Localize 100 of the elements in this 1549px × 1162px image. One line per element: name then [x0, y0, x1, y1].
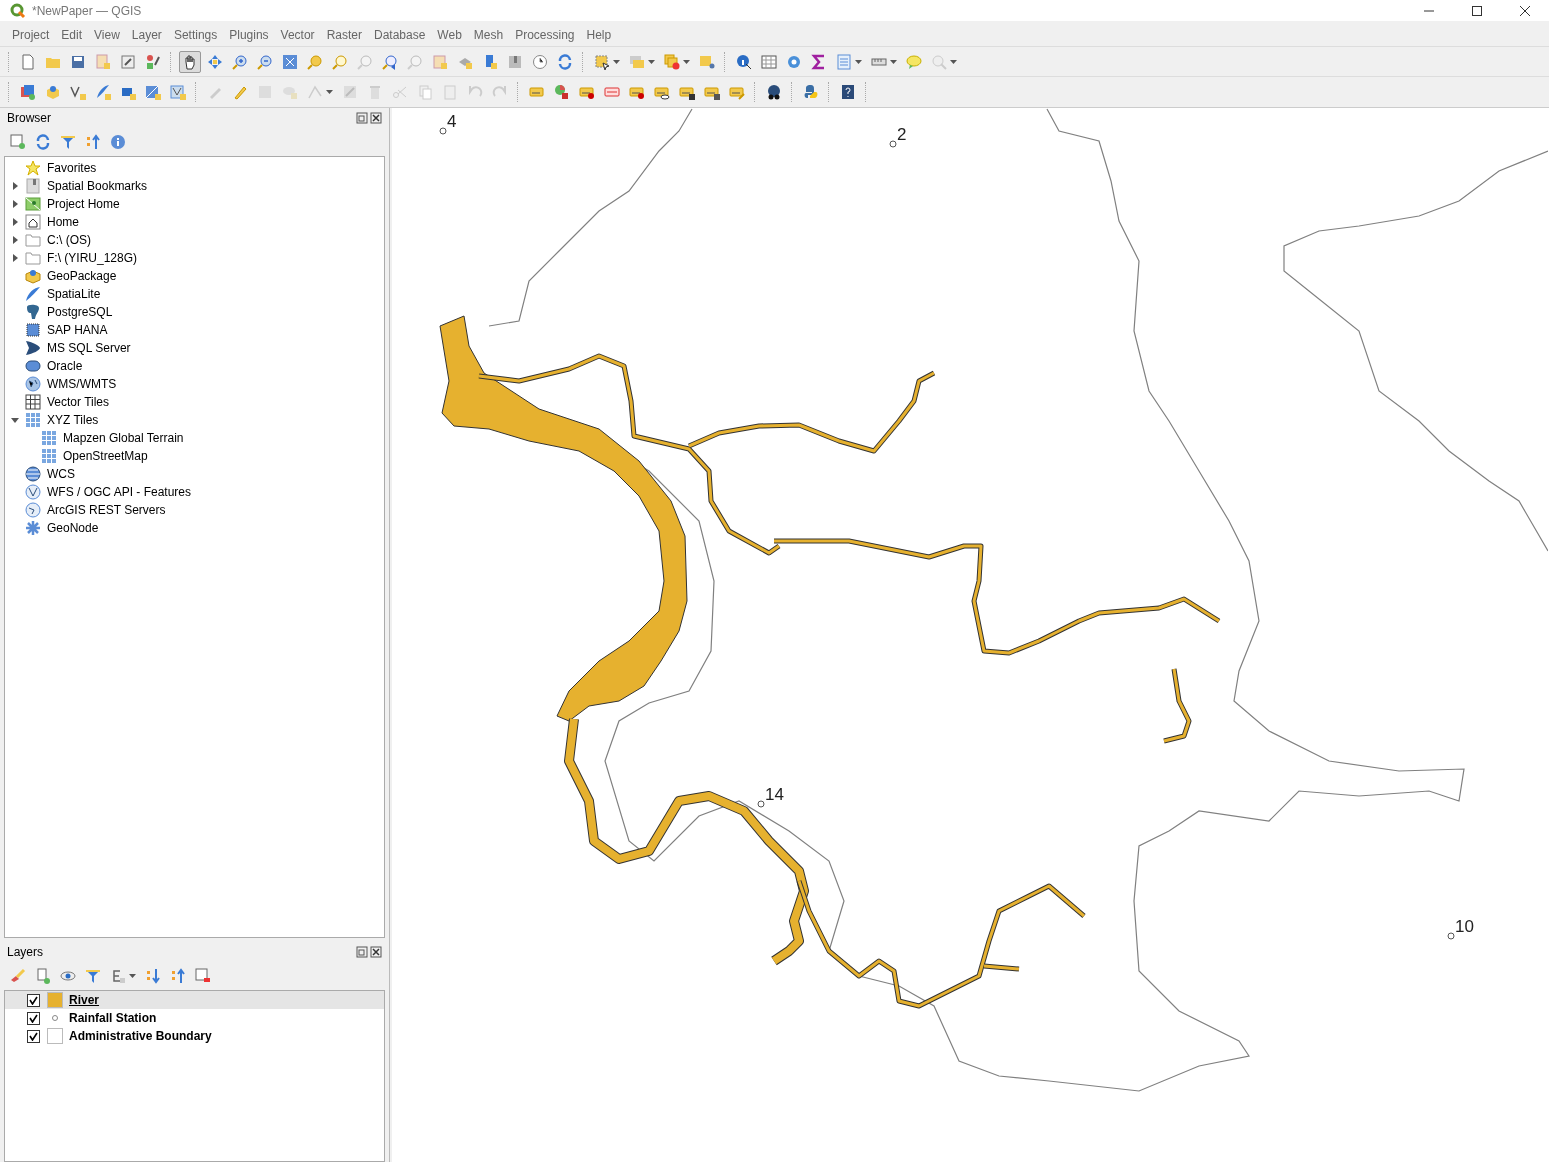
eye-icon[interactable]	[60, 968, 76, 984]
dropdown-arrow-icon[interactable]	[890, 59, 897, 64]
collapse-all-icon[interactable]	[85, 134, 101, 150]
tree-item[interactable]: PostgreSQL	[47, 303, 113, 321]
selected-layer-row[interactable]: River	[5, 991, 384, 1009]
hidden-label-icon[interactable]	[604, 84, 620, 100]
tree-item[interactable]: GeoNode	[47, 519, 99, 537]
globe-binoculars-icon[interactable]	[766, 84, 782, 100]
add-group-icon[interactable]	[35, 968, 51, 984]
select-features-icon[interactable]	[594, 53, 610, 70]
deselect-icon[interactable]	[664, 53, 680, 70]
menu-item[interactable]: Edit	[55, 25, 89, 44]
dropdown-arrow-icon[interactable]	[950, 59, 957, 64]
virtual-vector-icon[interactable]	[170, 84, 186, 100]
layer-checkbox[interactable]	[27, 1011, 40, 1025]
dropdown-arrow-icon[interactable]	[683, 59, 690, 64]
expression-filter-icon[interactable]	[110, 968, 126, 984]
collapsed-arrow-icon[interactable]	[12, 182, 18, 190]
tree-item[interactable]: ArcGIS REST Servers	[47, 501, 166, 519]
filter-icon[interactable]	[60, 134, 76, 150]
layer-name[interactable]: River	[69, 991, 100, 1009]
dropdown-arrow-icon[interactable]	[129, 974, 136, 978]
pin-diagram-icon[interactable]	[629, 84, 645, 100]
identify-icon[interactable]	[736, 53, 752, 70]
toolbox-gear-icon[interactable]	[786, 53, 802, 70]
style-brush-icon[interactable]	[10, 968, 26, 984]
menu-item[interactable]: Raster	[320, 25, 368, 44]
tree-item[interactable]: WMS/WMTS	[47, 375, 117, 393]
float-icon[interactable]	[356, 946, 368, 958]
close-icon[interactable]	[1519, 4, 1531, 17]
tree-item[interactable]: Oracle	[47, 357, 83, 375]
refresh-icon[interactable]	[35, 134, 51, 150]
layer-checkbox[interactable]	[27, 993, 40, 1007]
menu-item[interactable]: Project	[6, 25, 56, 44]
dropdown-arrow-icon[interactable]	[855, 59, 862, 64]
collapse-all-icon[interactable]	[170, 968, 186, 984]
tree-item[interactable]: Project Home	[47, 195, 120, 213]
attribute-table-icon[interactable]	[761, 53, 777, 70]
refresh-icon[interactable]	[557, 53, 573, 70]
pencil-icon[interactable]	[232, 84, 248, 100]
menu-item[interactable]: Vector	[274, 25, 321, 44]
python-icon[interactable]	[803, 84, 819, 100]
maximize-icon[interactable]	[1471, 4, 1483, 17]
new-spatialite-icon[interactable]	[95, 84, 111, 100]
tree-item[interactable]: SpatiaLite	[47, 285, 101, 303]
diagram-icon[interactable]	[554, 84, 570, 100]
tree-item[interactable]: SAP HANA	[47, 321, 108, 339]
tree-item[interactable]: Spatial Bookmarks	[47, 177, 148, 195]
move-label-icon[interactable]	[679, 84, 695, 100]
tree-item[interactable]: MS SQL Server	[47, 339, 131, 357]
close-panel-icon[interactable]	[370, 946, 382, 958]
collapsed-arrow-icon[interactable]	[12, 236, 18, 244]
tree-item[interactable]: Favorites	[47, 159, 97, 177]
tree-item[interactable]: WCS	[47, 465, 75, 483]
menu-item[interactable]: View	[88, 25, 126, 44]
layer-name[interactable]: Administrative Boundary	[69, 1027, 212, 1045]
help-icon[interactable]	[840, 84, 856, 100]
new-mesh-icon[interactable]	[145, 84, 161, 100]
tree-item[interactable]: OpenStreetMap	[63, 447, 148, 465]
menu-item[interactable]: Plugins	[223, 25, 275, 44]
collapsed-arrow-icon[interactable]	[12, 218, 18, 226]
remove-layer-icon[interactable]	[195, 968, 211, 984]
info-icon[interactable]	[110, 134, 126, 150]
collapsed-arrow-icon[interactable]	[12, 200, 18, 208]
menu-item[interactable]: Database	[367, 25, 432, 44]
close-panel-icon[interactable]	[370, 112, 382, 124]
clock-icon[interactable]	[532, 53, 548, 70]
menu-item[interactable]: Web	[431, 25, 468, 44]
tree-item[interactable]: XYZ Tiles	[47, 411, 99, 429]
pan-tool-button[interactable]	[179, 50, 201, 73]
tree-item[interactable]: F:\ (YIRU_128G)	[47, 249, 138, 267]
rotate-label-icon[interactable]	[704, 84, 720, 100]
menu-item[interactable]: Mesh	[467, 25, 510, 44]
label-icon[interactable]	[529, 84, 545, 100]
float-icon[interactable]	[356, 112, 368, 124]
menu-item[interactable]: Settings	[167, 25, 224, 44]
expand-all-icon[interactable]	[145, 968, 161, 984]
layer-checkbox[interactable]	[27, 1029, 40, 1043]
tree-item[interactable]: GeoPackage	[47, 267, 117, 285]
new-shapefile-icon[interactable]	[70, 84, 86, 100]
menu-item[interactable]: Processing	[509, 25, 581, 44]
tree-item[interactable]: Vector Tiles	[47, 393, 110, 411]
tree-item[interactable]: Home	[47, 213, 79, 231]
add-selected-layers-icon[interactable]	[10, 134, 26, 150]
dropdown-arrow-icon[interactable]	[326, 90, 333, 94]
filter-icon[interactable]	[85, 968, 101, 984]
sum-icon[interactable]	[811, 53, 827, 70]
layer-name[interactable]: Rainfall Station	[69, 1009, 157, 1027]
bookmarks-icon[interactable]	[507, 53, 523, 70]
data-source-manager-icon[interactable]	[20, 84, 36, 100]
tree-item[interactable]: Mapzen Global Terrain	[63, 429, 184, 447]
expanded-arrow-icon[interactable]	[11, 417, 19, 423]
menu-item[interactable]: Layer	[125, 25, 168, 44]
tree-item[interactable]: WFS / OGC API - Features	[47, 483, 192, 501]
show-label-icon[interactable]	[654, 84, 670, 100]
pin-label-icon[interactable]	[579, 84, 595, 100]
menu-item[interactable]: Help	[580, 25, 618, 44]
new-geopackage-icon[interactable]	[45, 84, 61, 100]
layout-manager-icon[interactable]	[120, 53, 136, 70]
change-label-icon[interactable]	[729, 84, 745, 100]
